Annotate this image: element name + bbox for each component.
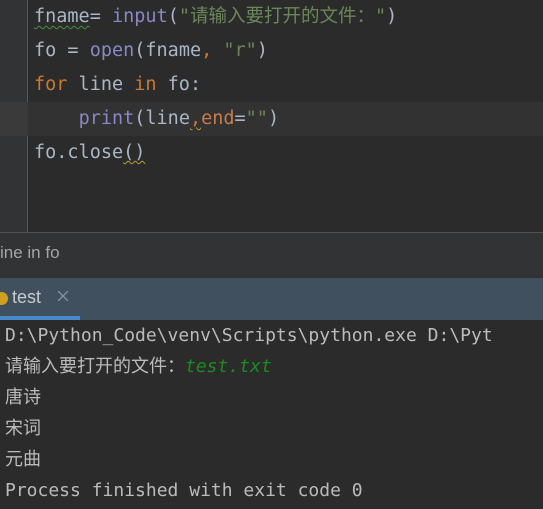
- code-token: input: [111, 6, 168, 27]
- code-token: "请输入要打开的文件：": [178, 6, 387, 27]
- code-token: fname: [34, 6, 90, 27]
- code-token: ): [267, 108, 280, 129]
- breadcrumb-text[interactable]: ine in fo: [0, 243, 60, 263]
- console-line-out-2: 宋词: [0, 413, 543, 444]
- run-tool-tab-bar: test: [0, 278, 543, 320]
- code-token: (fname: [134, 40, 202, 61]
- console-text: 宋词: [5, 418, 41, 439]
- console-text: 请输入要打开的文件：: [5, 356, 185, 377]
- console-line-out-3: 元曲: [0, 444, 543, 475]
- code-line[interactable]: for line in fo:: [28, 68, 543, 102]
- code-token: =: [234, 108, 246, 129]
- code-token: fo =: [34, 40, 90, 61]
- console-line-command: D:\Python_Code\venv\Scripts\python.exe D…: [0, 320, 543, 351]
- code-token: (): [123, 142, 146, 163]
- code-token: print: [78, 108, 135, 129]
- console-line-prompt: 请输入要打开的文件：test.txt: [0, 351, 543, 382]
- console-text: Process finished with exit code 0: [5, 480, 363, 501]
- code-token: fo:: [156, 74, 202, 95]
- code-token: ,: [201, 40, 213, 61]
- code-token: ): [386, 6, 398, 27]
- code-token: line: [67, 74, 135, 95]
- console-line-out-1: 唐诗: [0, 382, 543, 413]
- console-text: D:\Python_Code\venv\Scripts\python.exe D…: [5, 325, 493, 346]
- code-token: ,: [189, 108, 202, 129]
- code-line[interactable]: print(line,end=""): [28, 102, 543, 136]
- console-line-exit: Process finished with exit code 0: [0, 475, 543, 506]
- code-token: open: [89, 40, 135, 61]
- breadcrumb-bar[interactable]: ine in fo: [0, 232, 543, 278]
- tab-test-label: test: [12, 287, 42, 307]
- code-token: in: [134, 74, 157, 95]
- code-line[interactable]: fo.close(): [28, 136, 543, 170]
- code-line[interactable]: fname= input("请输入要打开的文件："): [28, 0, 543, 34]
- console-output-pane[interactable]: D:\Python_Code\venv\Scripts\python.exe D…: [0, 320, 543, 509]
- close-icon[interactable]: [55, 288, 71, 304]
- code-token: ): [256, 40, 268, 61]
- code-token: =: [89, 6, 112, 27]
- code-token: fo.close: [34, 142, 124, 163]
- code-token: "": [245, 108, 268, 129]
- run-status-dot-icon: [0, 292, 8, 305]
- console-text: 唐诗: [5, 387, 41, 408]
- console-user-input: test.txt: [185, 356, 272, 377]
- tab-test[interactable]: test: [0, 278, 543, 320]
- gutter-current-line-highlight: [0, 102, 28, 136]
- code-token: (: [167, 6, 179, 27]
- code-token: end: [201, 108, 235, 129]
- console-text: 元曲: [5, 449, 41, 470]
- code-token: (line: [134, 108, 190, 129]
- code-editor-pane[interactable]: fname= input("请输入要打开的文件：") fo = open(fnam…: [0, 0, 543, 232]
- code-text-area[interactable]: fname= input("请输入要打开的文件：") fo = open(fnam…: [28, 0, 543, 232]
- code-line[interactable]: fo = open(fname, "r"): [28, 34, 543, 68]
- code-token: "r": [223, 40, 257, 61]
- code-token: for: [34, 74, 68, 95]
